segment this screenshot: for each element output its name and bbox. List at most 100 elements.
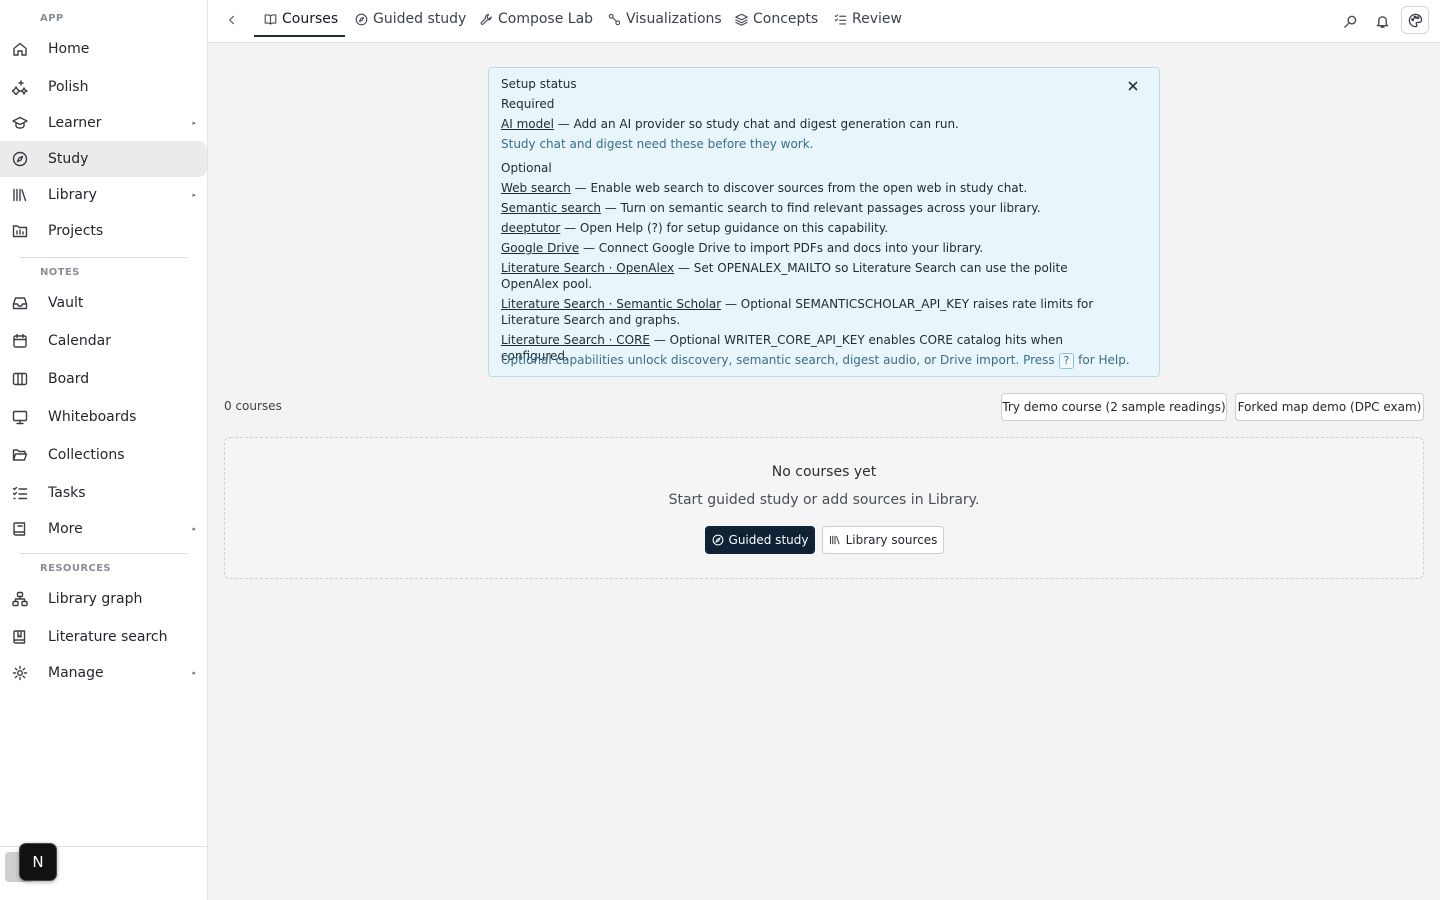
library-sources-button[interactable]: Library sources: [822, 526, 944, 554]
button-label: Library sources: [845, 533, 938, 547]
palette-icon[interactable]: [1401, 6, 1429, 34]
search-icon[interactable]: [1340, 11, 1360, 31]
google-drive-link[interactable]: Google Drive: [501, 241, 579, 255]
core-link[interactable]: Literature Search · CORE: [501, 333, 650, 347]
sidebar-item-label: Library graph: [48, 591, 143, 607]
sidebar-item-label: Calendar: [48, 333, 111, 349]
book-icon: [12, 521, 28, 537]
sidebar-item-label: Manage: [48, 665, 104, 681]
list-check-icon: [834, 13, 847, 25]
sidebar-item-study[interactable]: Study: [0, 141, 207, 177]
sidebar-item-more[interactable]: More ▸: [0, 511, 207, 547]
back-chevron-icon[interactable]: [226, 11, 242, 31]
deeptutor-link[interactable]: deeptutor: [501, 221, 560, 235]
app-badge[interactable]: N: [19, 843, 57, 881]
sidebar-item-manage[interactable]: Manage ▸: [0, 655, 207, 691]
web-search-link[interactable]: Web search: [501, 181, 571, 195]
chevron-right-icon: ▸: [192, 119, 196, 127]
sidebar-item-library-graph[interactable]: Library graph: [0, 581, 207, 617]
section-label-resources: RESOURCES: [40, 563, 112, 574]
compass-icon: [12, 151, 28, 167]
calendar-icon: [12, 333, 28, 349]
optional-heading: Optional: [501, 161, 552, 175]
sidebar-item-polish[interactable]: Polish: [0, 69, 207, 105]
setup-item-web-search: Web search — Enable web search to discov…: [501, 181, 1028, 195]
columns-icon: [12, 371, 28, 387]
tab-label: Guided study: [373, 11, 467, 27]
course-count: 0 courses: [224, 399, 282, 413]
gear-icon: [12, 665, 28, 681]
setup-item-ai-model: AI model — Add an AI provider so study c…: [501, 117, 959, 131]
layers-icon: [735, 13, 748, 26]
try-demo-course-button[interactable]: Try demo course (2 sample readings): [1001, 393, 1227, 421]
tab-visualizations[interactable]: Visualizations: [608, 0, 722, 38]
tab-review[interactable]: Review: [834, 0, 902, 38]
tab-concepts[interactable]: Concepts: [735, 0, 818, 38]
tab-compose-lab[interactable]: Compose Lab: [480, 0, 593, 38]
openalex-link[interactable]: Literature Search · OpenAlex: [501, 261, 674, 275]
chevron-right-icon: ▸: [192, 525, 196, 533]
tab-label: Visualizations: [626, 11, 722, 27]
sidebar-item-label: Tasks: [48, 485, 86, 501]
folder-open-icon: [12, 447, 28, 463]
sidebar-item-label: Learner: [48, 115, 102, 131]
sidebar-item-label: Projects: [48, 223, 104, 239]
required-note: Study chat and digest need these before …: [501, 137, 814, 151]
sidebar-item-home[interactable]: Home: [0, 31, 207, 67]
sidebar-item-tasks[interactable]: Tasks: [0, 475, 207, 511]
forked-map-demo-button[interactable]: Forked map demo (DPC exam): [1235, 393, 1424, 421]
semantic-scholar-link[interactable]: Literature Search · Semantic Scholar: [501, 297, 721, 311]
sidebar-item-vault[interactable]: Vault: [0, 285, 207, 321]
tab-courses[interactable]: Courses: [264, 0, 338, 38]
sidebar-item-label: Board: [48, 371, 90, 387]
setup-item-semantic-scholar: Literature Search · Semantic Scholar — O…: [501, 297, 1094, 327]
guided-study-button[interactable]: Guided study: [705, 526, 815, 554]
setup-item-deeptutor: deeptutor — Open Help (?) for setup guid…: [501, 221, 889, 235]
sidebar-item-label: Vault: [48, 295, 84, 311]
home-icon: [12, 41, 28, 57]
close-icon[interactable]: [1127, 80, 1141, 94]
sidebar-item-calendar[interactable]: Calendar: [0, 323, 207, 359]
tab-label: Courses: [282, 11, 339, 27]
sidebar-item-label: Collections: [48, 447, 125, 463]
chevron-right-icon: ▸: [192, 669, 196, 677]
setup-item-semantic-search: Semantic search — Turn on semantic searc…: [501, 201, 1041, 215]
sidebar-item-label: Whiteboards: [48, 409, 137, 425]
bell-icon[interactable]: [1372, 11, 1392, 31]
sidebar-item-label: Literature search: [48, 629, 168, 645]
compass-icon: [712, 534, 723, 546]
sidebar-item-label: More: [48, 521, 83, 537]
semantic-search-link[interactable]: Semantic search: [501, 201, 601, 215]
inbox-icon: [12, 295, 28, 311]
graduation-cap-icon: [12, 115, 28, 131]
help-key-badge: ?: [1058, 353, 1075, 369]
tab-label: Concepts: [753, 11, 819, 27]
sidebar-item-literature-search[interactable]: Literature search: [0, 619, 207, 655]
button-label: Guided study: [728, 533, 809, 547]
open-book-icon: [264, 13, 277, 25]
sidebar-item-collections[interactable]: Collections: [0, 437, 207, 473]
sidebar-item-board[interactable]: Board: [0, 361, 207, 397]
library-icon: [12, 187, 28, 203]
sparkle-icon: [11, 79, 28, 96]
sidebar-item-label: Polish: [48, 79, 89, 95]
library-icon: [829, 535, 840, 545]
divider: [20, 553, 187, 554]
sidebar-item-learner[interactable]: Learner ▸: [0, 105, 207, 141]
setup-title: Setup status: [501, 77, 577, 91]
section-label-notes: NOTES: [40, 267, 80, 278]
sidebar-item-whiteboards[interactable]: Whiteboards: [0, 399, 207, 435]
presentation-icon: [12, 409, 28, 425]
empty-state: No courses yet Start guided study or add…: [224, 437, 1424, 579]
sidebar-item-projects[interactable]: Projects: [0, 213, 207, 249]
sidebar-item-label: Study: [48, 151, 89, 167]
ai-model-link[interactable]: AI model: [501, 117, 554, 131]
wrench-icon: [480, 13, 492, 25]
sidebar-item-library[interactable]: Library ▸: [0, 177, 207, 213]
tab-guided-study[interactable]: Guided study: [355, 0, 466, 38]
divider: [20, 257, 187, 258]
folder-chart-icon: [12, 223, 28, 239]
book-search-icon: [12, 629, 28, 645]
section-label-app: APP: [40, 13, 64, 24]
setup-item-google-drive: Google Drive — Connect Google Drive to i…: [501, 241, 984, 255]
